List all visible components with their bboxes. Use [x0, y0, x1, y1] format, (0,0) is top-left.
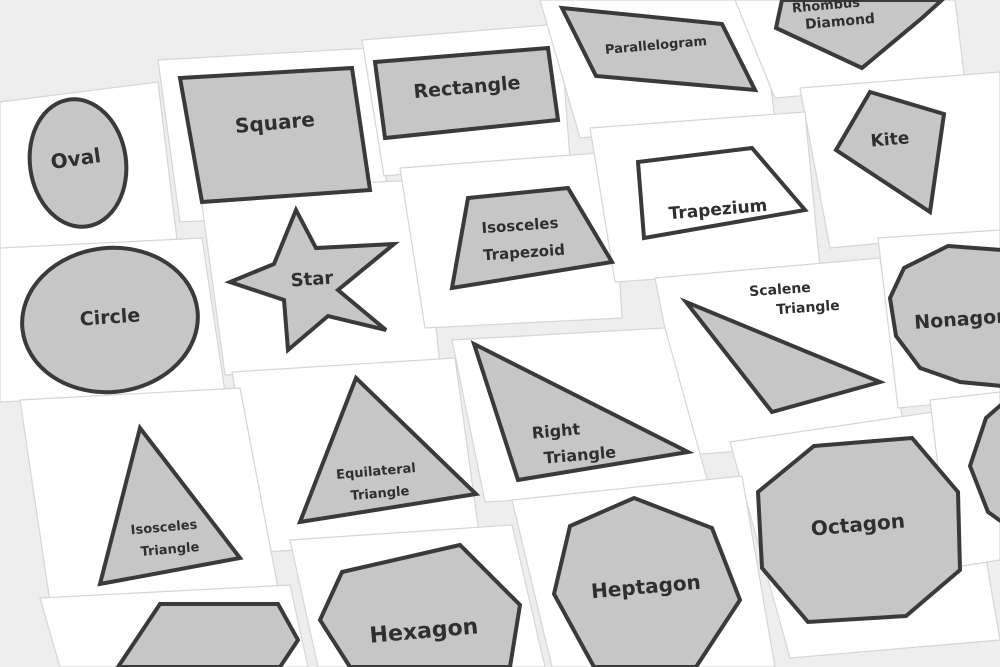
- circle-label: Circle: [79, 304, 141, 330]
- kite-label: Kite: [870, 128, 910, 151]
- star-label: Star: [290, 268, 334, 292]
- square-shape: [177, 65, 373, 205]
- shape-cards-photo: Oval Square Rectangle Parallelogram Rhom…: [0, 0, 1000, 667]
